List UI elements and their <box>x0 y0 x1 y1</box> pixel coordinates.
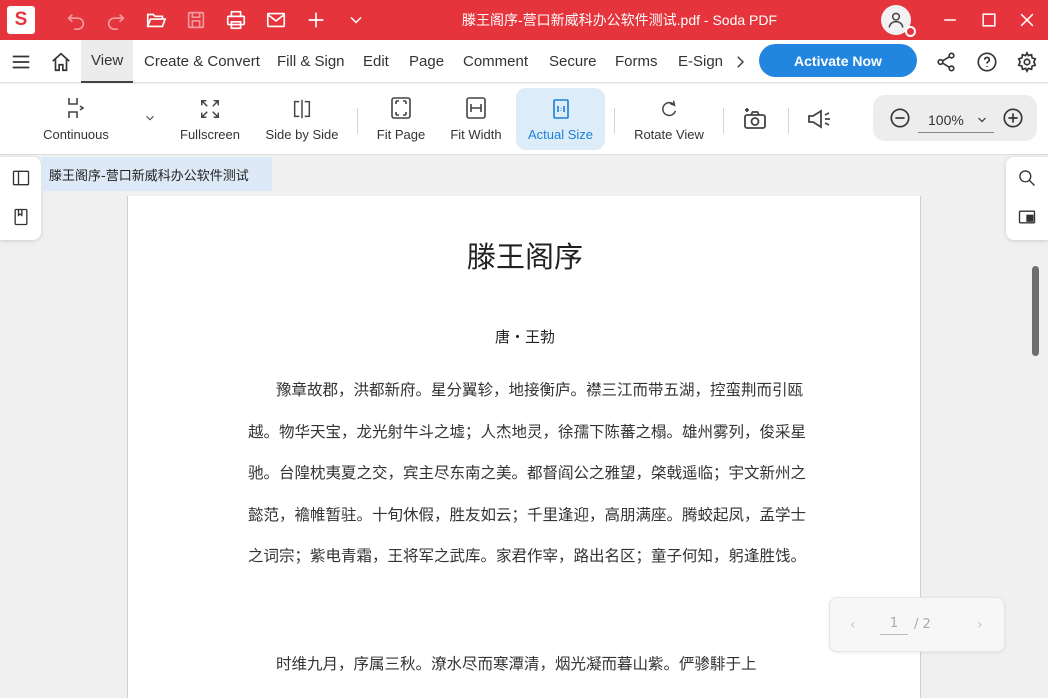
document-page: 滕王阁序 唐・王勃 豫章故郡，洪都新府。星分翼轸，地接衡庐。襟三江而带五湖，控蛮… <box>127 196 921 698</box>
document-paragraph-1: 豫章故郡，洪都新府。星分翼轸，地接衡庐。襟三江而带五湖，控蛮荆而引瓯越。物华天宝… <box>248 370 808 578</box>
document-tab[interactable]: 滕王阁序-营口新威科办公软件测试 <box>42 157 272 191</box>
menu-view[interactable]: View <box>81 40 134 83</box>
activate-now-button[interactable]: Activate Now <box>759 44 917 77</box>
side-by-side-icon <box>291 92 313 120</box>
menu-page[interactable]: Page <box>409 40 444 83</box>
rotate-icon <box>658 92 680 120</box>
left-side-panel <box>0 157 41 240</box>
fullscreen-label: Fullscreen <box>180 127 240 142</box>
document-paragraph-2: 时维九月，序属三秋。潦水尽而寒潭清，烟光凝而暮山紫。俨骖騑于上 <box>248 644 808 686</box>
fullscreen-button[interactable]: Fullscreen <box>172 88 248 150</box>
rotate-view-button[interactable]: Rotate View <box>628 88 710 150</box>
paragraph-1-text: 豫章故郡，洪都新府。星分翼轸，地接衡庐。襟三江而带五湖，控蛮荆而引瓯越。物华天宝… <box>248 381 807 565</box>
next-page-icon[interactable]: › <box>977 617 983 633</box>
document-author: 唐・王勃 <box>494 328 555 346</box>
continuous-label: Continuous <box>43 127 109 142</box>
zoom-level-select[interactable]: 100% <box>918 107 994 133</box>
toolbar-separator <box>788 108 789 134</box>
redo-icon[interactable] <box>104 8 128 32</box>
read-aloud-icon[interactable] <box>806 106 834 132</box>
zoom-out-icon[interactable] <box>888 106 912 130</box>
notification-dot <box>905 26 916 37</box>
fit-width-button[interactable]: Fit Width <box>444 88 508 150</box>
minimize-icon[interactable] <box>938 8 962 32</box>
fit-page-label: Fit Page <box>376 127 426 142</box>
open-folder-icon[interactable] <box>144 8 168 32</box>
previous-page-icon[interactable]: ‹ <box>850 617 856 633</box>
zoom-level-value: 100% <box>928 111 964 128</box>
side-by-side-button[interactable]: Side by Side <box>262 88 342 150</box>
menu-create-convert[interactable]: Create & Convert <box>144 40 260 83</box>
fit-page-icon <box>390 92 412 120</box>
toolbar-separator <box>614 108 615 134</box>
undo-icon[interactable] <box>64 8 88 32</box>
actual-size-label: Actual Size <box>527 127 594 142</box>
toolbar-separator <box>723 108 724 134</box>
home-icon[interactable] <box>49 50 73 74</box>
zoom-in-icon[interactable] <box>1001 106 1025 130</box>
current-page-input[interactable]: 1 <box>880 616 908 635</box>
window-title: 滕王阁序-营口新威科办公软件测试.pdf - Soda PDF <box>462 12 778 28</box>
plus-icon[interactable] <box>304 8 328 32</box>
total-pages: / 2 <box>914 617 931 632</box>
continuous-button[interactable]: Continuous <box>36 88 116 150</box>
menu-scroll-right-icon[interactable] <box>728 50 752 74</box>
chevron-down-icon[interactable] <box>344 8 368 32</box>
right-side-panel <box>1006 157 1048 240</box>
rotate-view-label: Rotate View <box>634 127 704 142</box>
document-title: 滕王阁序 <box>466 240 583 274</box>
menu-fill-sign[interactable]: Fill & Sign <box>277 40 345 83</box>
settings-gear-icon[interactable] <box>1015 50 1039 74</box>
menu-e-sign[interactable]: E-Sign <box>678 40 723 83</box>
title-bar: S 滕王阁序-营口新威科办公软件测试.pdf - Soda PDF <box>0 0 1048 40</box>
actual-size-button[interactable]: Actual Size <box>516 88 605 150</box>
print-icon[interactable] <box>224 8 248 32</box>
maximize-icon[interactable] <box>977 8 1001 32</box>
menu-secure[interactable]: Secure <box>549 40 597 83</box>
mail-icon[interactable] <box>264 8 288 32</box>
zoom-dropdown-icon <box>978 117 986 122</box>
paragraph-2-text: 时维九月，序属三秋。潦水尽而寒潭清，烟光凝而暮山紫。俨骖騑于上 <box>276 655 757 673</box>
menu-forms[interactable]: Forms <box>615 40 658 83</box>
menu-comment[interactable]: Comment <box>463 40 528 83</box>
thumbnails-panel-icon[interactable] <box>10 167 32 189</box>
close-icon[interactable] <box>1015 8 1039 32</box>
page-navigator: ‹ 1 / 2 › <box>829 597 1005 652</box>
properties-panel-icon[interactable] <box>1016 206 1038 228</box>
fullscreen-icon <box>199 92 221 120</box>
snapshot-camera-icon[interactable] <box>742 106 768 132</box>
fit-width-icon <box>465 92 487 120</box>
vertical-scrollbar[interactable] <box>1032 266 1039 356</box>
actual-size-icon <box>552 92 570 120</box>
search-icon[interactable] <box>1016 167 1038 189</box>
fit-page-button[interactable]: Fit Page <box>370 88 432 150</box>
fit-width-label: Fit Width <box>450 127 502 142</box>
toolbar-separator <box>357 108 358 134</box>
continuous-icon <box>65 92 87 120</box>
menu-edit[interactable]: Edit <box>363 40 389 83</box>
side-by-side-label: Side by Side <box>265 127 339 142</box>
hamburger-menu-icon[interactable] <box>9 50 33 74</box>
help-icon[interactable] <box>975 50 999 74</box>
share-icon[interactable] <box>934 50 958 74</box>
app-logo: S <box>7 6 35 34</box>
save-icon[interactable] <box>184 8 208 32</box>
bookmarks-panel-icon[interactable] <box>10 206 32 228</box>
continuous-dropdown-icon[interactable] <box>138 106 162 130</box>
